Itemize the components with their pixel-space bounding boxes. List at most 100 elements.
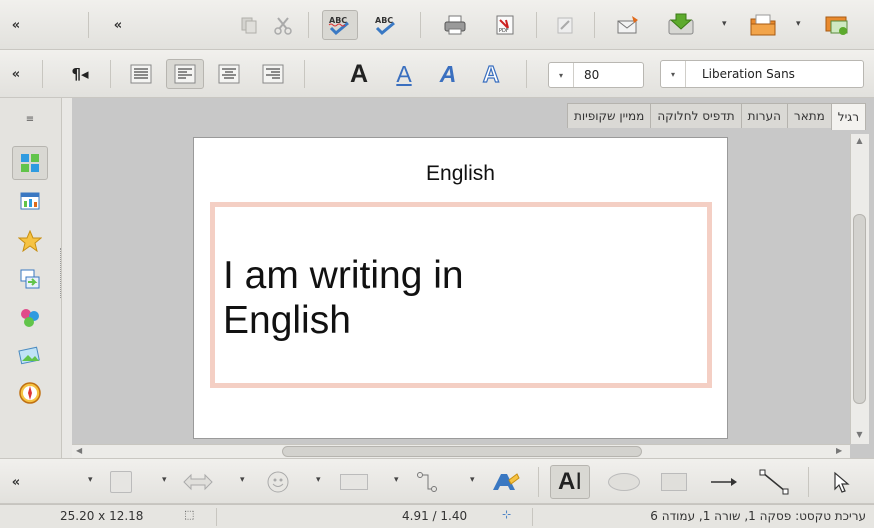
open-dropdown-icon[interactable]: ▾	[796, 19, 801, 29]
line-button[interactable]	[754, 465, 794, 499]
autospellcheck-button[interactable]: ABC	[322, 10, 358, 40]
ellipse-icon	[608, 473, 640, 491]
new-icon	[825, 16, 848, 35]
sidebar-item-properties[interactable]	[12, 146, 48, 180]
outline-button[interactable]: A	[474, 58, 508, 90]
arrow-line-icon	[711, 478, 737, 486]
line-icon	[759, 469, 789, 495]
font-size-combo[interactable]: ▾ 80	[548, 62, 644, 88]
paragraph-direction-button[interactable]: ¶◂	[62, 60, 98, 88]
align-right-button[interactable]	[256, 59, 290, 89]
font-size-dropdown-icon[interactable]: ▾	[549, 63, 574, 87]
print-button[interactable]	[440, 10, 470, 40]
vertical-scroll-thumb[interactable]	[853, 214, 866, 404]
dropdown-icon[interactable]: ▾	[394, 475, 399, 485]
horizontal-scroll-thumb[interactable]	[282, 446, 642, 457]
open-button[interactable]	[746, 10, 780, 40]
font-name-combo[interactable]: ▾ Liberation Sans	[660, 60, 864, 88]
toolbar-overflow[interactable]: «	[6, 472, 24, 492]
line-arrow-button[interactable]	[704, 467, 744, 497]
pointer-icon	[834, 471, 850, 493]
navigator-icon	[19, 382, 41, 404]
block-arrows-button[interactable]	[178, 467, 218, 497]
sidebar-item-master-slides[interactable]	[12, 186, 48, 216]
curves-button[interactable]	[410, 467, 444, 497]
tab-outline[interactable]: מתאר	[786, 103, 832, 128]
justify-button[interactable]	[124, 59, 158, 89]
italic-button[interactable]: A	[432, 58, 464, 90]
callouts-button[interactable]	[334, 467, 374, 497]
standard-toolbar: « « ABC ABC PDF ▾ ▾	[0, 0, 874, 50]
underline-button[interactable]: A	[388, 58, 420, 90]
edit-file-button[interactable]	[552, 12, 578, 38]
save-dropdown-icon[interactable]: ▾	[722, 19, 727, 29]
toolbar-overflow-right[interactable]: «	[108, 15, 126, 35]
tab-slide-sorter[interactable]: ממיין שקופיות	[566, 103, 652, 128]
view-tabs: רגיל מתאר הערות תדפיס לחלוקה ממיין שקופי…	[566, 103, 866, 130]
insert-text-button[interactable]: AI	[550, 465, 590, 499]
font-name-dropdown-icon[interactable]: ▾	[661, 61, 686, 87]
cut-button[interactable]	[270, 12, 296, 38]
dropdown-icon[interactable]: ▾	[240, 475, 245, 485]
dropdown-icon[interactable]: ▾	[162, 475, 167, 485]
sidebar-item-navigator[interactable]	[12, 378, 48, 408]
slide-title[interactable]: English	[194, 162, 727, 186]
tab-notes[interactable]: הערות	[740, 103, 788, 128]
horizontal-scrollbar[interactable]: ◀ ▶	[72, 444, 850, 459]
export-pdf-button[interactable]: PDF	[490, 10, 520, 40]
export-pdf-icon: PDF	[496, 15, 514, 35]
align-left-button[interactable]	[166, 59, 204, 89]
outline-icon: A	[482, 60, 500, 87]
bold-button[interactable]: A	[344, 58, 374, 90]
send-icon	[617, 16, 638, 34]
fontwork-button[interactable]	[486, 467, 526, 497]
dropdown-icon[interactable]: ▾	[470, 475, 475, 485]
toolbar-overflow-left[interactable]: «	[6, 15, 24, 35]
spellcheck-button[interactable]: ABC	[370, 10, 402, 40]
tab-handout[interactable]: תדפיס לחלוקה	[650, 103, 742, 128]
text-icon: A	[557, 468, 576, 495]
gallery-icon	[18, 346, 40, 365]
sidebar-menu-icon[interactable]: ≡	[20, 112, 40, 126]
select-button[interactable]	[826, 467, 858, 497]
cut-icon	[274, 17, 292, 35]
sidebar-item-transition[interactable]	[12, 264, 48, 294]
text-box[interactable]: I am writing in English	[210, 202, 712, 388]
tab-normal[interactable]: רגיל	[830, 103, 866, 130]
spellcheck-icon: ABC	[375, 16, 395, 36]
fontwork-icon	[493, 473, 520, 490]
save-button[interactable]	[664, 8, 698, 40]
symbol-shapes-button[interactable]	[258, 467, 298, 497]
slide-canvas[interactable]: English I am writing in English	[193, 137, 728, 439]
status-bar: 25.20 x 12.18 ⬚ 4.91 / 1.40 ⊹ עריכת טקסט…	[0, 504, 874, 528]
sidebar-item-styles[interactable]	[12, 302, 48, 332]
send-button[interactable]	[614, 10, 644, 40]
text-box-content[interactable]: I am writing in English	[223, 253, 464, 343]
scroll-right-icon[interactable]: ▶	[836, 446, 848, 458]
sidebar-resize-handle[interactable]	[60, 248, 64, 298]
dropdown-icon[interactable]: ▾	[316, 475, 321, 485]
toolbar-overflow[interactable]: «	[6, 64, 24, 84]
align-center-button[interactable]	[212, 59, 246, 89]
open-icon	[750, 14, 776, 36]
ellipse-button[interactable]	[604, 467, 644, 497]
properties-icon	[21, 154, 39, 172]
drawing-toolbar: « ▾ ▾ ▾ ▾ ▾ ▾ AI	[0, 458, 874, 504]
basic-shapes-button[interactable]	[104, 467, 138, 497]
slide-transition-icon	[20, 269, 40, 289]
vertical-scrollbar[interactable]: ▲ ▼	[850, 134, 869, 444]
scroll-down-icon[interactable]: ▼	[853, 430, 866, 442]
cursor-position: 4.91 / 1.40	[402, 509, 468, 523]
scroll-left-icon[interactable]: ◀	[76, 446, 88, 458]
sidebar-item-gallery[interactable]	[12, 340, 48, 370]
scroll-up-icon[interactable]: ▲	[853, 136, 866, 148]
sidebar-item-animation[interactable]	[12, 226, 48, 256]
new-button[interactable]	[820, 10, 854, 40]
rectangle-button[interactable]	[654, 467, 694, 497]
separator	[526, 60, 527, 88]
dropdown-icon[interactable]: ▾	[88, 475, 93, 485]
separator	[304, 60, 305, 88]
separator	[216, 508, 217, 526]
copy-button[interactable]	[236, 12, 262, 38]
svg-text:ABC: ABC	[375, 16, 393, 25]
